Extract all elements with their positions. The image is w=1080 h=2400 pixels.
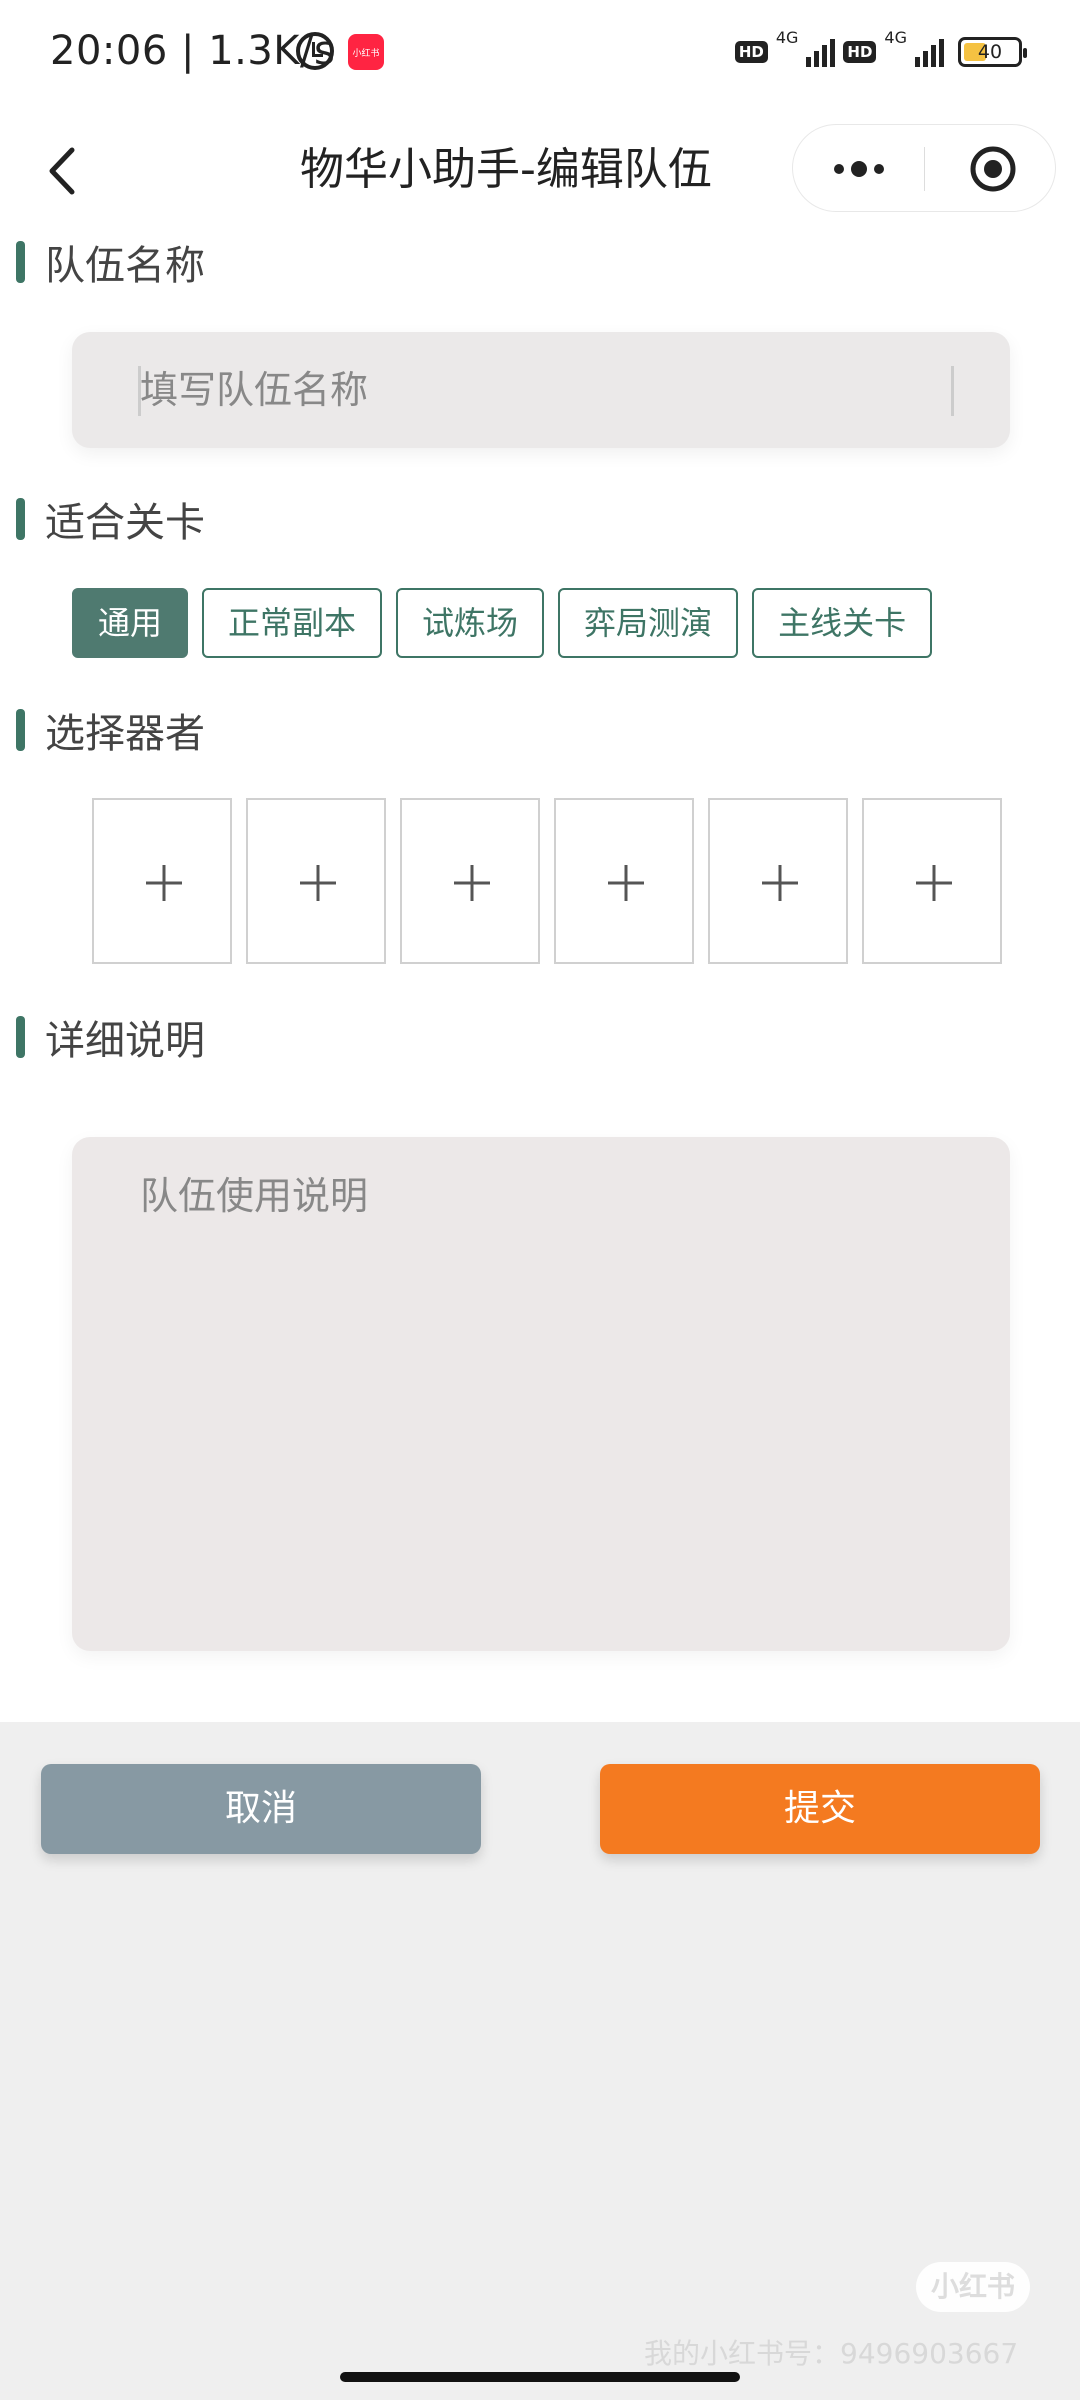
network-type: 4G [775, 28, 799, 47]
stage-tag-list: 通用 正常副本 试炼场 弈局测演 主线关卡 [72, 588, 933, 658]
add-icon [762, 865, 798, 901]
stage-tag-exercise[interactable]: 弈局测演 [558, 588, 739, 658]
section-title: 队伍名称 [45, 243, 205, 289]
watermark-logo: 小红书 [916, 2262, 1030, 2312]
cancel-button[interactable]: 取消 [41, 1764, 481, 1854]
page-title: 物华小助手-编辑队伍 [300, 144, 712, 195]
section-accent-bar [16, 709, 25, 751]
more-dots-icon [834, 161, 884, 177]
add-icon [454, 865, 490, 901]
add-icon [608, 865, 644, 901]
mini-program-capsule [792, 124, 1056, 212]
stage-tag-main-story[interactable]: 主线关卡 [752, 588, 933, 658]
section-title: 选择器者 [45, 711, 205, 757]
capsule-divider [924, 147, 925, 191]
chevron-left-icon [49, 147, 75, 195]
status-indicators: HD 4G HD 4G 40 [734, 28, 1027, 72]
section-header-stages: 适合关卡 [16, 494, 205, 546]
section-header-team-name: 队伍名称 [16, 237, 205, 289]
unit-slot[interactable] [708, 798, 848, 964]
description-placeholder: 队伍使用说明 [140, 1174, 369, 1218]
status-time: 20:06 | 1.3K/s [50, 28, 336, 74]
description-textarea[interactable]: 队伍使用说明 [72, 1137, 1010, 1651]
section-accent-bar [16, 241, 25, 283]
section-header-details: 详细说明 [16, 1012, 205, 1064]
section-header-choose-units: 选择器者 [16, 705, 205, 757]
unit-slot-list [92, 798, 1002, 964]
close-mini-program-button[interactable] [969, 145, 1017, 193]
team-name-placeholder: 填写队伍名称 [140, 368, 369, 412]
unit-slot[interactable] [554, 798, 694, 964]
unit-slot[interactable] [862, 798, 1002, 964]
hd-badge: HD [734, 41, 768, 63]
section-accent-bar [16, 1016, 25, 1058]
hd-badge: HD [843, 41, 877, 63]
more-button[interactable] [831, 151, 887, 187]
stage-tag-general[interactable]: 通用 [72, 588, 189, 658]
add-icon [146, 865, 182, 901]
unit-slot[interactable] [246, 798, 386, 964]
input-bracket-right [940, 366, 954, 416]
signal-icon [915, 37, 944, 67]
submit-button[interactable]: 提交 [600, 1764, 1040, 1854]
status-bar: 20:06 | 1.3K/s 小红书 HD 4G HD 4G 40 [0, 0, 1080, 105]
target-icon [970, 146, 1016, 192]
stage-tag-trial[interactable]: 试炼场 [396, 588, 545, 658]
signal-icon [806, 37, 836, 67]
add-icon [300, 865, 336, 901]
unit-slot[interactable] [400, 798, 540, 964]
battery-icon: 40 [958, 37, 1027, 67]
watermark-text: 我的小红书号：9496903667 [644, 2337, 1019, 2370]
back-button[interactable] [44, 146, 84, 196]
section-title: 详细说明 [45, 1018, 205, 1064]
home-indicator[interactable] [340, 2372, 740, 2382]
network-type: 4G [884, 28, 907, 47]
stage-tag-normal-dungeon[interactable]: 正常副本 [202, 588, 383, 658]
section-title: 适合关卡 [45, 500, 205, 546]
app-notification-icon: 小红书 [348, 34, 384, 70]
add-icon [916, 865, 952, 901]
alarm-icon [296, 32, 334, 70]
team-name-input[interactable]: 填写队伍名称 [72, 332, 1010, 448]
unit-slot[interactable] [92, 798, 232, 964]
section-accent-bar [16, 498, 25, 540]
